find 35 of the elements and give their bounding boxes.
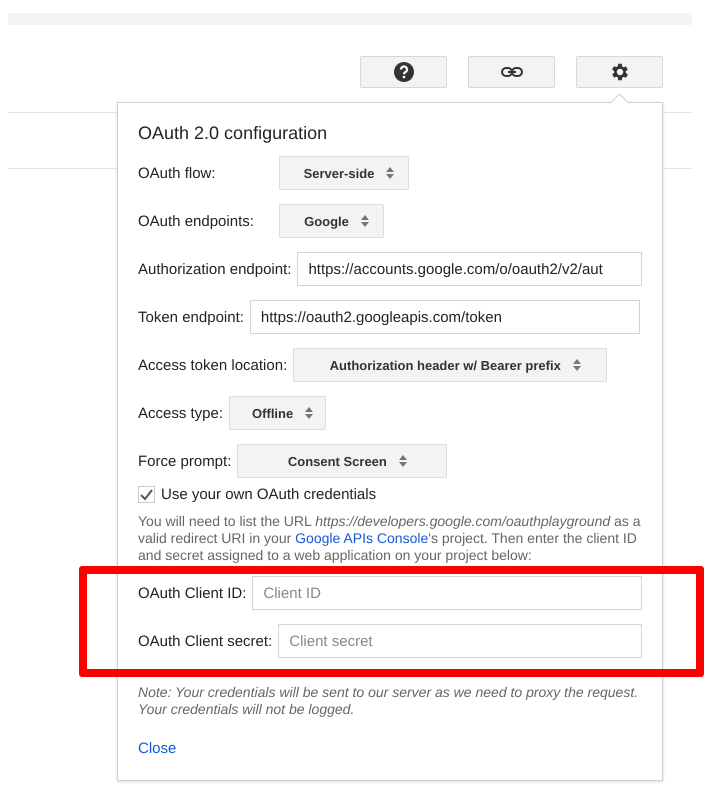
url-field[interactable]: https://oauth2.googleapis.com/token xyxy=(250,300,640,334)
url-field[interactable]: https://accounts.google.com/o/oauth2/v2/aut xyxy=(297,252,642,286)
close-link[interactable]: Close xyxy=(138,740,176,757)
popup-title: OAuth 2.0 configuration xyxy=(138,123,328,144)
field-label: OAuth Client ID: xyxy=(138,584,246,602)
help-icon xyxy=(394,62,414,82)
field-label: Access type: xyxy=(138,404,224,422)
checkbox-label: Use your own OAuth credentials xyxy=(161,486,376,503)
updown-icon xyxy=(398,455,407,467)
updown-icon xyxy=(305,407,314,419)
updown-icon xyxy=(572,359,581,371)
console-link[interactable]: Google APIs Console xyxy=(295,530,428,546)
updown-icon xyxy=(386,167,394,179)
select-dropdown[interactable]: Authorization header w/ Bearer prefix xyxy=(293,348,608,382)
credential-field[interactable]: Client secret xyxy=(278,624,642,658)
checkbox[interactable] xyxy=(138,486,155,503)
field-label: Force prompt: xyxy=(138,452,232,470)
select-dropdown[interactable]: Offline xyxy=(229,396,326,430)
field-label: Authorization endpoint: xyxy=(138,260,292,278)
select-dropdown[interactable]: Google xyxy=(279,204,384,238)
note-text: Note: Your credentials will be sent to our server as we need to proxy the request. Your credentials will not be logged. xyxy=(138,684,640,718)
instructions-text: You will need to list the URL https://developers.google.com/oauthplayground as a valid redirect URI in your Google APIs Console's project. Then enter the client ID and secret assigned to a web application on your project below: xyxy=(138,513,642,564)
field-label: OAuth Client secret: xyxy=(138,632,272,650)
field-label: Token endpoint: xyxy=(138,308,244,326)
help-button[interactable] xyxy=(360,56,447,88)
field-label: OAuth endpoints: xyxy=(138,212,255,230)
credential-field[interactable]: Client ID xyxy=(252,576,642,610)
select-dropdown[interactable]: Consent Screen xyxy=(237,444,448,478)
select-dropdown[interactable]: Server-side xyxy=(279,156,409,190)
field-label: OAuth flow: xyxy=(138,164,217,182)
link-icon xyxy=(500,67,522,77)
updown-icon xyxy=(360,215,369,227)
field-label: Access token location: xyxy=(138,356,288,374)
link-button[interactable] xyxy=(468,56,555,88)
settings-button[interactable] xyxy=(576,56,663,88)
